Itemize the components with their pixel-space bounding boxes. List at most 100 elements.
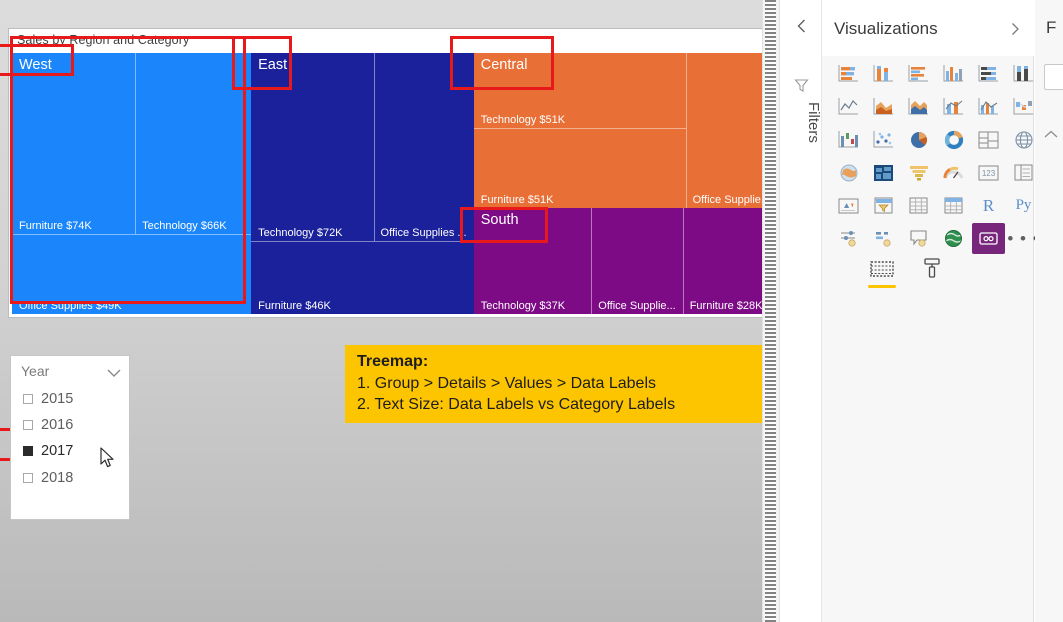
treemap-tile-central-technology[interactable]: Technology $51K	[474, 53, 686, 128]
slicer-item-2015[interactable]: 2015	[23, 388, 73, 410]
checkbox-icon[interactable]	[23, 420, 33, 430]
slicer-item-label: 2016	[41, 417, 74, 433]
table-icon[interactable]	[902, 190, 935, 221]
r-script-visual-icon[interactable]: R	[972, 190, 1005, 221]
treemap-tile-south-office-supplies[interactable]: Office Supplie...	[591, 208, 682, 314]
r-script-label: R	[982, 195, 995, 215]
clustered-bar-chart-icon[interactable]	[902, 58, 935, 89]
fields-search-input[interactable]	[1044, 64, 1063, 90]
card-icon[interactable]: 123	[972, 157, 1005, 188]
shape-map-icon[interactable]	[867, 157, 900, 188]
treemap-title: Sales by Region and Category	[17, 33, 190, 47]
treemap-tile-label: Furniture $74K	[19, 220, 92, 233]
kpi-icon[interactable]	[832, 190, 865, 221]
hundred-percent-stacked-bar-chart-icon[interactable]	[972, 58, 1005, 89]
slicer-item-2016[interactable]: 2016	[23, 414, 73, 436]
visualizations-title: Visualizations	[834, 19, 938, 38]
treemap-region-east[interactable]: East Technology $72K Office Supplies ...…	[251, 53, 474, 314]
funnel-chart-icon[interactable]	[902, 157, 935, 188]
treemap-tile-label: Office Supplies ...	[380, 226, 467, 239]
line-chart-icon[interactable]	[832, 91, 865, 122]
scatter-chart-icon[interactable]	[867, 124, 900, 155]
treemap-tile-west-office-supplies[interactable]: Office Supplies $49K	[12, 234, 251, 314]
gauge-chart-icon[interactable]	[937, 157, 970, 188]
stacked-column-chart-icon[interactable]	[867, 58, 900, 89]
chevron-left-icon[interactable]	[794, 18, 810, 34]
format-tab-icon[interactable]	[910, 249, 954, 289]
checkbox-icon[interactable]	[23, 473, 33, 483]
viz-pane-tabs[interactable]	[832, 249, 1032, 293]
slicer-title: Year	[21, 363, 50, 379]
fields-tab-icon[interactable]	[860, 249, 904, 289]
checkbox-icon[interactable]	[23, 394, 33, 404]
matrix-icon[interactable]	[937, 190, 970, 221]
slicer-item-label: 2017	[41, 443, 74, 459]
fields-pane: F	[1035, 0, 1063, 622]
canvas-vertical-scrollbar[interactable]	[765, 0, 776, 622]
treemap-plot-area[interactable]: West Furniture $74K Technology $66K Offi…	[12, 53, 764, 314]
slicer-header: Year	[21, 363, 121, 383]
treemap-tile-label: Office Supplie...	[692, 194, 764, 207]
svg-text:123: 123	[982, 169, 996, 178]
filters-pane-collapsed[interactable]: Filters	[781, 0, 822, 622]
visualizations-pane: Visualizations 123 R Py • • •	[822, 0, 1039, 622]
slicer-item-label: 2015	[41, 391, 74, 407]
chevron-down-icon[interactable]	[107, 365, 121, 377]
fields-pane-title: F	[1046, 18, 1057, 37]
chevron-right-icon[interactable]	[1008, 22, 1022, 36]
slicer-item-label: 2018	[41, 470, 74, 486]
treemap-region-west[interactable]: West Furniture $74K Technology $66K Offi…	[12, 53, 252, 314]
slicer-item-2018[interactable]: 2018	[23, 467, 73, 489]
visual-type-gallery[interactable]: 123 R Py • • •	[832, 58, 1039, 254]
area-chart-icon[interactable]	[867, 91, 900, 122]
treemap-tile-west-technology[interactable]: Technology $66K	[135, 53, 251, 234]
treemap-tile-east-office-supplies[interactable]: Office Supplies ...	[374, 53, 474, 241]
mouse-cursor-icon	[100, 447, 116, 469]
treemap-tile-label: Furniture $51K	[480, 194, 554, 207]
treemap-tile-label: Technology $72K	[258, 226, 343, 239]
treemap-tile-label: Technology $66K	[142, 220, 227, 233]
power-bi-report-window: Sales by Region and Category West Furnit…	[0, 0, 1063, 622]
treemap-tile-label: Office Supplies $49K	[19, 299, 122, 312]
treemap-tile-west-furniture[interactable]: Furniture $74K	[12, 53, 135, 234]
treemap-tile-label: Technology $51K	[480, 113, 566, 126]
checkbox-checked-icon[interactable]	[23, 446, 33, 456]
filters-pane-label[interactable]: Filters	[781, 102, 822, 143]
callout-line-1: 1. Group > Details > Values > Data Label…	[357, 374, 656, 392]
treemap-tile-label: Furniture $46K	[258, 299, 331, 312]
treemap-region-central[interactable]: Central Technology $51K Furniture $51K O…	[473, 53, 764, 209]
fields-tab-active-indicator	[868, 285, 896, 288]
stacked-bar-chart-icon[interactable]	[832, 58, 865, 89]
filter-funnel-icon	[794, 78, 809, 93]
treemap-region-south[interactable]: South Technology $37K Office Supplie... …	[473, 208, 764, 314]
pie-chart-icon[interactable]	[902, 124, 935, 155]
callout-title: Treemap:	[357, 353, 429, 370]
donut-chart-icon[interactable]	[937, 124, 970, 155]
treemap-tile-label: Furniture $28K	[689, 299, 763, 312]
filled-map-icon[interactable]	[832, 157, 865, 188]
treemap-instructions-callout: Treemap: 1. Group > Details > Values > D…	[345, 345, 765, 423]
treemap-tile-south-technology[interactable]: Technology $37K	[474, 208, 592, 314]
treemap-tile-east-furniture[interactable]: Furniture $46K	[251, 241, 474, 314]
python-label: Py	[1015, 197, 1032, 213]
visualizations-header: Visualizations	[822, 0, 1034, 56]
chevron-up-icon[interactable]	[1043, 126, 1059, 138]
report-canvas[interactable]: Sales by Region and Category West Furnit…	[0, 0, 768, 622]
treemap-icon[interactable]	[972, 124, 1005, 155]
treemap-visual[interactable]: Sales by Region and Category West Furnit…	[8, 28, 768, 318]
line-and-stacked-column-chart-icon[interactable]	[937, 91, 970, 122]
callout-line-2: 2. Text Size: Data Labels vs Category La…	[357, 396, 676, 414]
year-slicer[interactable]: Year 2015 2016 2017 2018	[10, 355, 130, 520]
clustered-column-chart-icon[interactable]	[937, 58, 970, 89]
treemap-tile-label: Office Supplie...	[598, 299, 676, 312]
treemap-tile-central-furniture[interactable]: Furniture $51K	[474, 128, 686, 209]
treemap-tile-south-furniture[interactable]: Furniture $28K	[683, 208, 764, 314]
treemap-tile-central-office-supplies[interactable]: Office Supplie...	[686, 53, 764, 208]
slicer-icon[interactable]	[867, 190, 900, 221]
treemap-tile-east-technology[interactable]: Technology $72K	[251, 53, 373, 241]
line-and-clustered-column-chart-icon[interactable]	[972, 91, 1005, 122]
slicer-item-2017[interactable]: 2017	[23, 440, 73, 462]
treemap-tile-label: Technology $37K	[480, 299, 566, 312]
waterfall-chart-icon[interactable]	[832, 124, 865, 155]
stacked-area-chart-icon[interactable]	[902, 91, 935, 122]
